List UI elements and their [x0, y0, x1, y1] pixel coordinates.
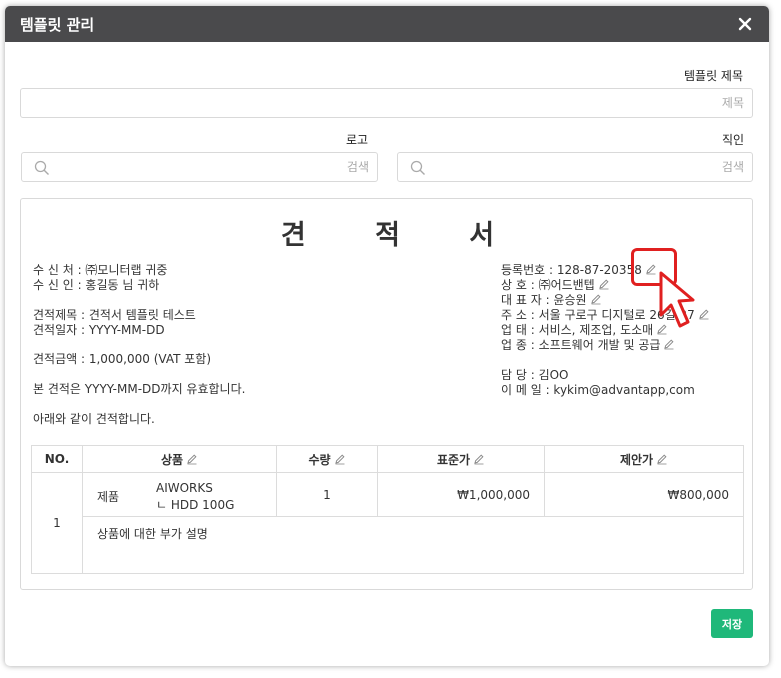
table-row: 1 제품 AIWORKS ㄴ HDD 100G 1 ₩1,000,000 ₩80…	[31, 472, 744, 574]
template-title-label: 템플릿 제목	[684, 69, 744, 83]
logo-search-field	[21, 152, 378, 182]
table-row-description: 상품에 대한 부가 설명	[32, 516, 744, 574]
search-icon	[34, 160, 49, 175]
row-product-cell: 제품 AIWORKS ㄴ HDD 100G	[82, 472, 277, 517]
header-qty-label: 수량	[308, 452, 331, 467]
header-offer-price: 제안가	[544, 445, 744, 473]
quote-title: 견 적 서	[280, 220, 525, 251]
close-icon	[738, 17, 752, 31]
row-product-sub: ㄴ HDD 100G	[156, 497, 235, 512]
row-no: 1	[31, 472, 83, 574]
seal-search-input[interactable]	[430, 153, 744, 181]
save-button[interactable]: 저장	[711, 609, 753, 638]
row-description-text: 상품에 대한 부가 설명	[97, 527, 208, 541]
modal-title: 템플릿 관리	[20, 16, 95, 34]
row-description: 상품에 대한 부가 설명	[82, 516, 744, 574]
template-title-field	[20, 88, 753, 118]
header-std-price: 표준가	[377, 445, 545, 473]
amount-line: 견적금액 : 1,000,000 (VAT 포함)	[33, 352, 212, 366]
header-offer-price-label: 제안가	[619, 452, 654, 467]
logo-search-input[interactable]	[54, 153, 369, 181]
reg-no-text: 등록번호 : 128-87-20358	[501, 263, 642, 277]
email-line: 이 메 일 : kykim@advantapp,com	[501, 383, 695, 397]
pencil-icon[interactable]	[590, 293, 602, 305]
close-button[interactable]	[735, 14, 755, 34]
row-offer-price: ₩800,000	[544, 472, 744, 517]
pencil-icon[interactable]	[598, 278, 610, 290]
header-product: 상품	[82, 445, 277, 473]
business-item-row: 업 종 : 소프트웨어 개발 및 공급	[501, 336, 675, 353]
pencil-icon[interactable]	[663, 338, 675, 350]
pencil-icon[interactable]	[334, 453, 346, 465]
search-icon	[410, 160, 425, 175]
ceo-text: 대 표 자 : 윤승원	[501, 293, 587, 307]
date-line: 견적일자 : YYYY-MM-DD	[33, 323, 165, 337]
cursor-arrow-icon	[659, 271, 695, 328]
row-std-price: ₩1,000,000	[377, 472, 545, 517]
seal-search-field	[397, 152, 753, 182]
row-product-name: AIWORKS	[156, 480, 213, 495]
header-std-price-label: 표준가	[436, 452, 471, 467]
pencil-icon[interactable]	[698, 308, 710, 320]
pencil-icon[interactable]	[656, 453, 668, 465]
header-no: NO.	[31, 445, 83, 473]
validity-line: 본 견적은 YYYY-MM-DD까지 유효합니다.	[33, 382, 246, 396]
row-qty: 1	[276, 472, 378, 517]
header-qty: 수량	[276, 445, 378, 473]
logo-label: 로고	[346, 133, 369, 147]
seal-label: 직인	[722, 133, 745, 147]
template-title-input[interactable]	[29, 89, 744, 117]
header-product-label: 상품	[160, 452, 184, 467]
modal-header: 템플릿 관리	[5, 6, 769, 42]
closing-line: 아래와 같이 견적합니다.	[33, 412, 155, 426]
company-text: 상 호 : ㈜어드밴텝	[501, 278, 595, 292]
pencil-icon[interactable]	[473, 453, 485, 465]
business-type-text: 업 태 : 서비스, 제조업, 도소매	[501, 323, 654, 337]
row-category: 제품	[97, 489, 120, 504]
quote-items-table: NO. 상품 수량 표준가 제안가 1 제품 AIWORKS ㄴ HDD 100…	[31, 445, 744, 574]
business-item-text: 업 종 : 소프트웨어 개발 및 공급	[501, 338, 661, 352]
table-header-row: NO. 상품 수량 표준가 제안가	[31, 445, 744, 473]
pencil-icon[interactable]	[186, 453, 198, 465]
receiver-line: 수 신 인 : 홍길동 님 귀하	[33, 278, 160, 292]
